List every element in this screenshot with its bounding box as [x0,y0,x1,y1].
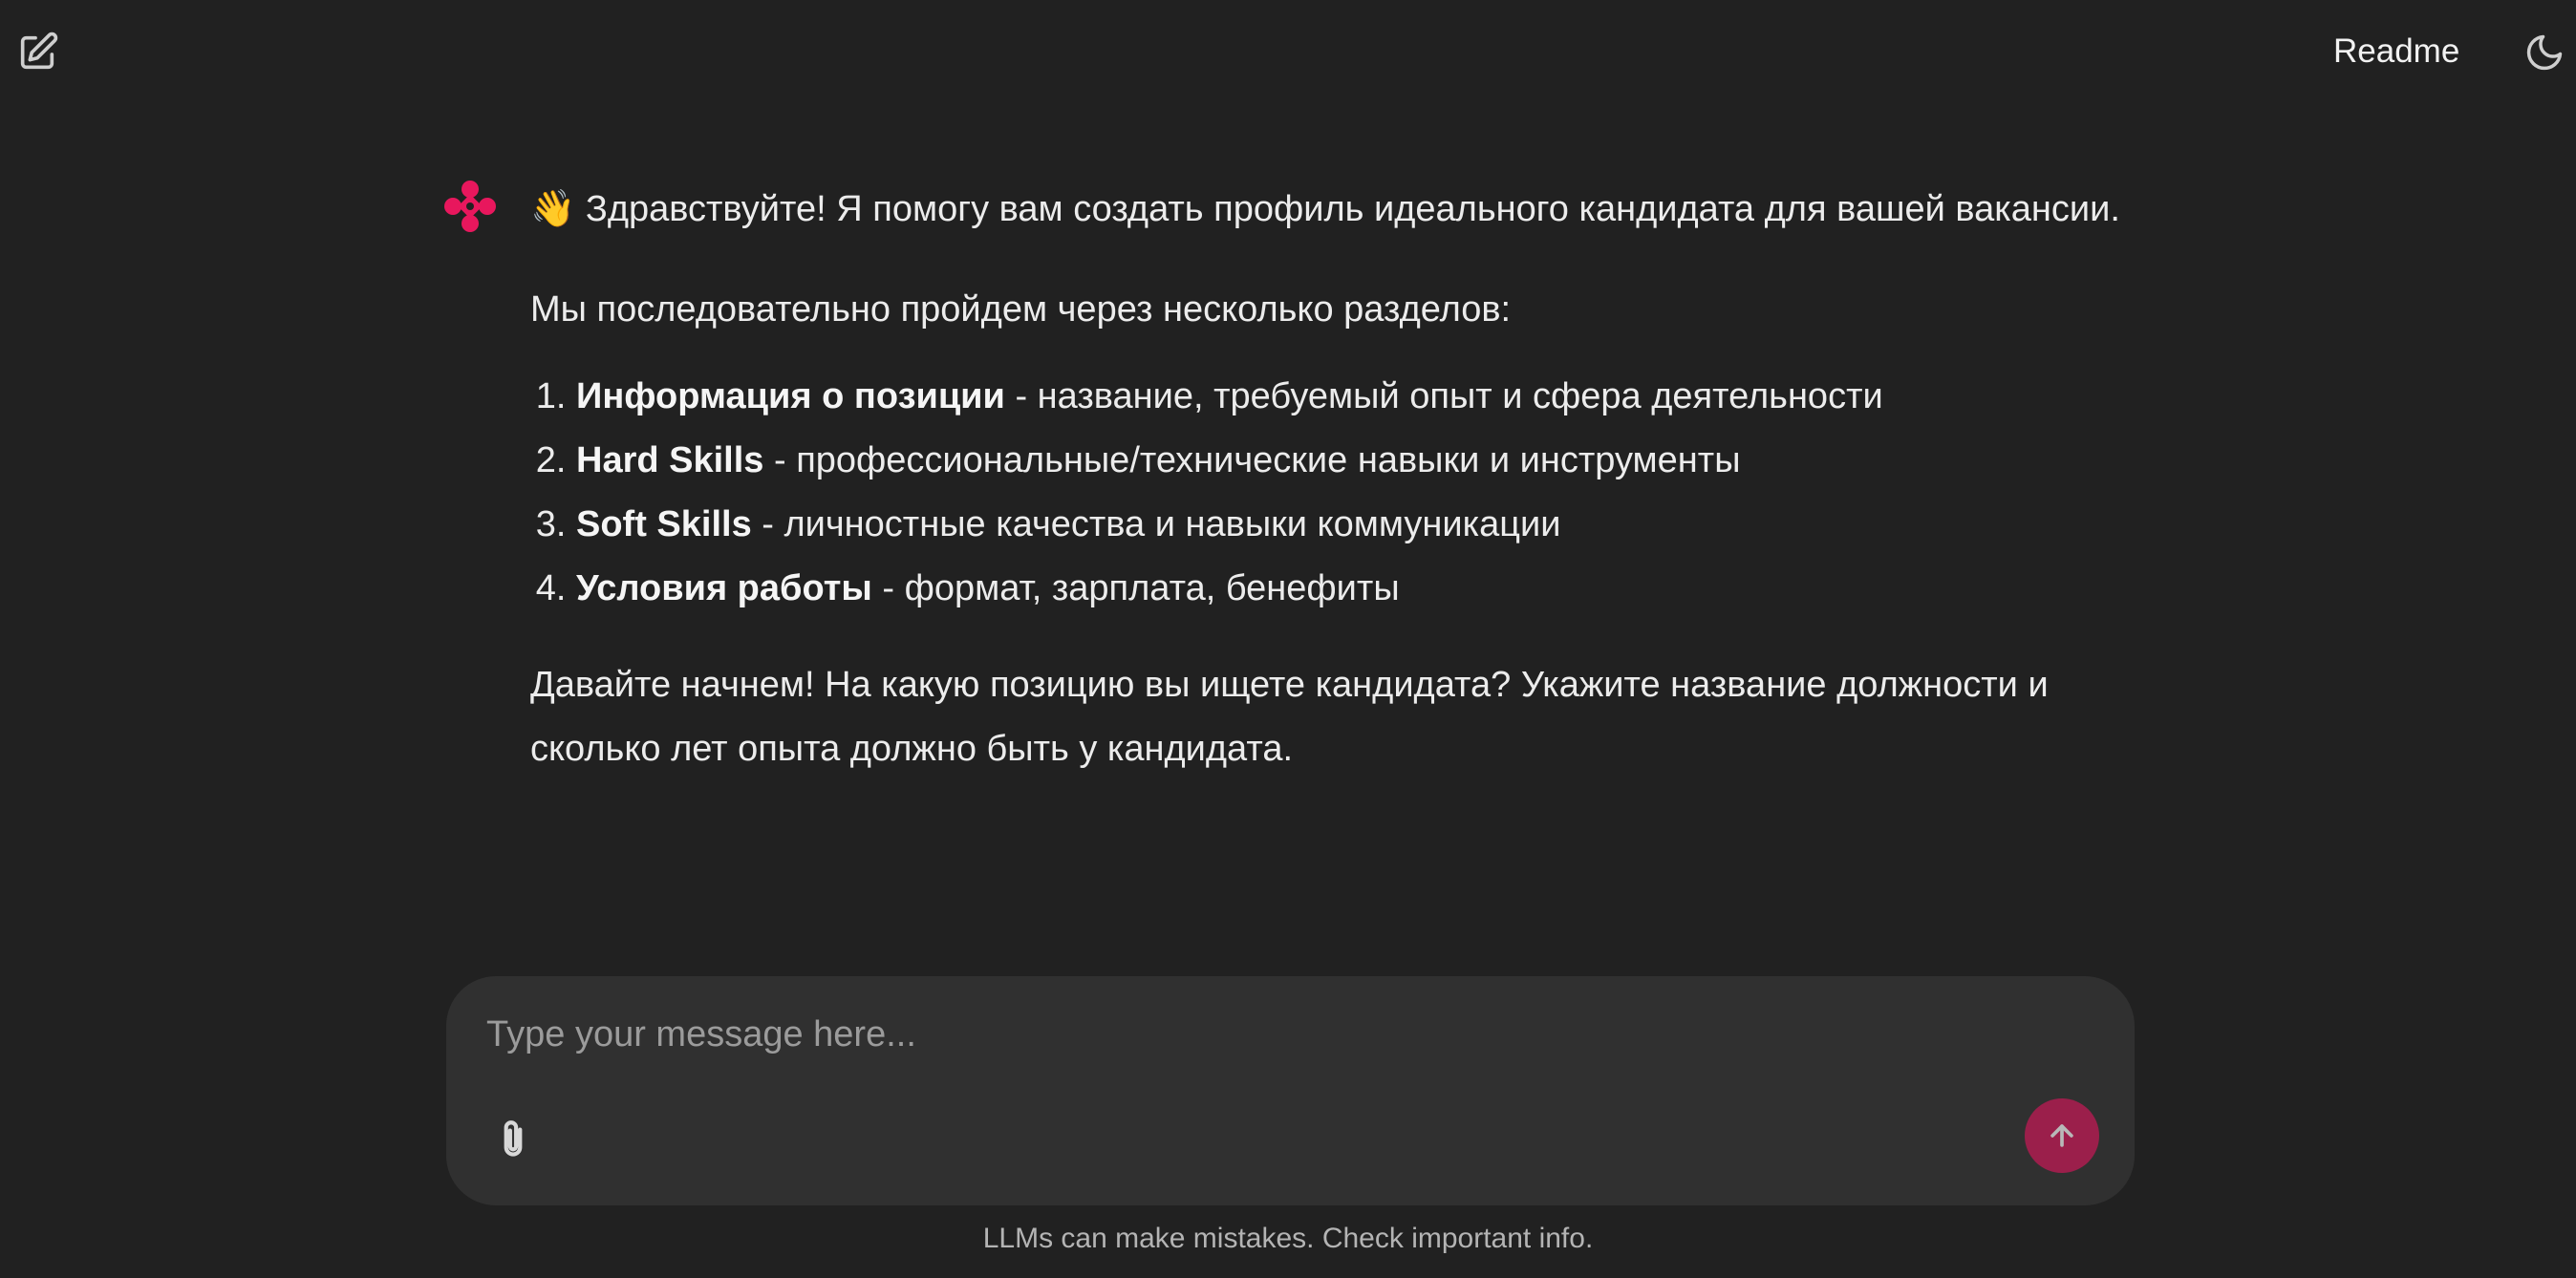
section-title: Условия работы [576,568,872,608]
message-closing: Давайте начнем! На какую позицию вы ищет… [530,665,2049,769]
list-item: Hard Skills - профессиональные/техническ… [576,429,2155,493]
section-description: - личностные качества и навыки коммуника… [751,504,1561,544]
edit-icon [20,32,58,70]
assistant-avatar [443,180,497,233]
section-title: Информация о позиции [576,376,1005,416]
paperclip-icon [504,1120,523,1157]
sparkle-logo-icon [444,181,496,232]
message-composer [446,976,2135,1205]
section-description: - формат, зарплата, бенефиты [871,568,1400,608]
assistant-message: 👋 Здравствуйте! Я помогу вам создать про… [530,178,2155,781]
list-item: Информация о позиции - название, требуем… [576,365,2155,429]
arrow-up-icon [2050,1124,2073,1147]
attach-file-button[interactable] [484,1112,542,1169]
sections-intro: Мы последовательно пройдем через несколь… [530,289,1512,330]
theme-toggle-button[interactable] [2521,29,2568,76]
section-title: Soft Skills [576,504,752,544]
list-item: Условия работы - формат, зарплата, бенеф… [576,557,2155,621]
readme-link[interactable]: Readme [2333,32,2459,71]
disclaimer-text: LLMs can make mistakes. Check important … [982,1223,1594,1254]
send-button[interactable] [2025,1098,2099,1173]
list-item: Soft Skills - личностные качества и навы… [576,493,2155,557]
message-intro: 👋 Здравствуйте! Я помогу вам создать про… [530,189,2120,229]
section-description: - название, требуемый опыт и сфера деяте… [1004,376,1883,416]
new-chat-button[interactable] [13,29,61,76]
sections-list: Информация о позиции - название, требуем… [530,365,2155,621]
moon-icon [2526,34,2563,71]
section-title: Hard Skills [576,440,764,480]
section-description: - профессиональные/технические навыки и … [763,440,1741,480]
message-input[interactable] [484,1005,2093,1064]
